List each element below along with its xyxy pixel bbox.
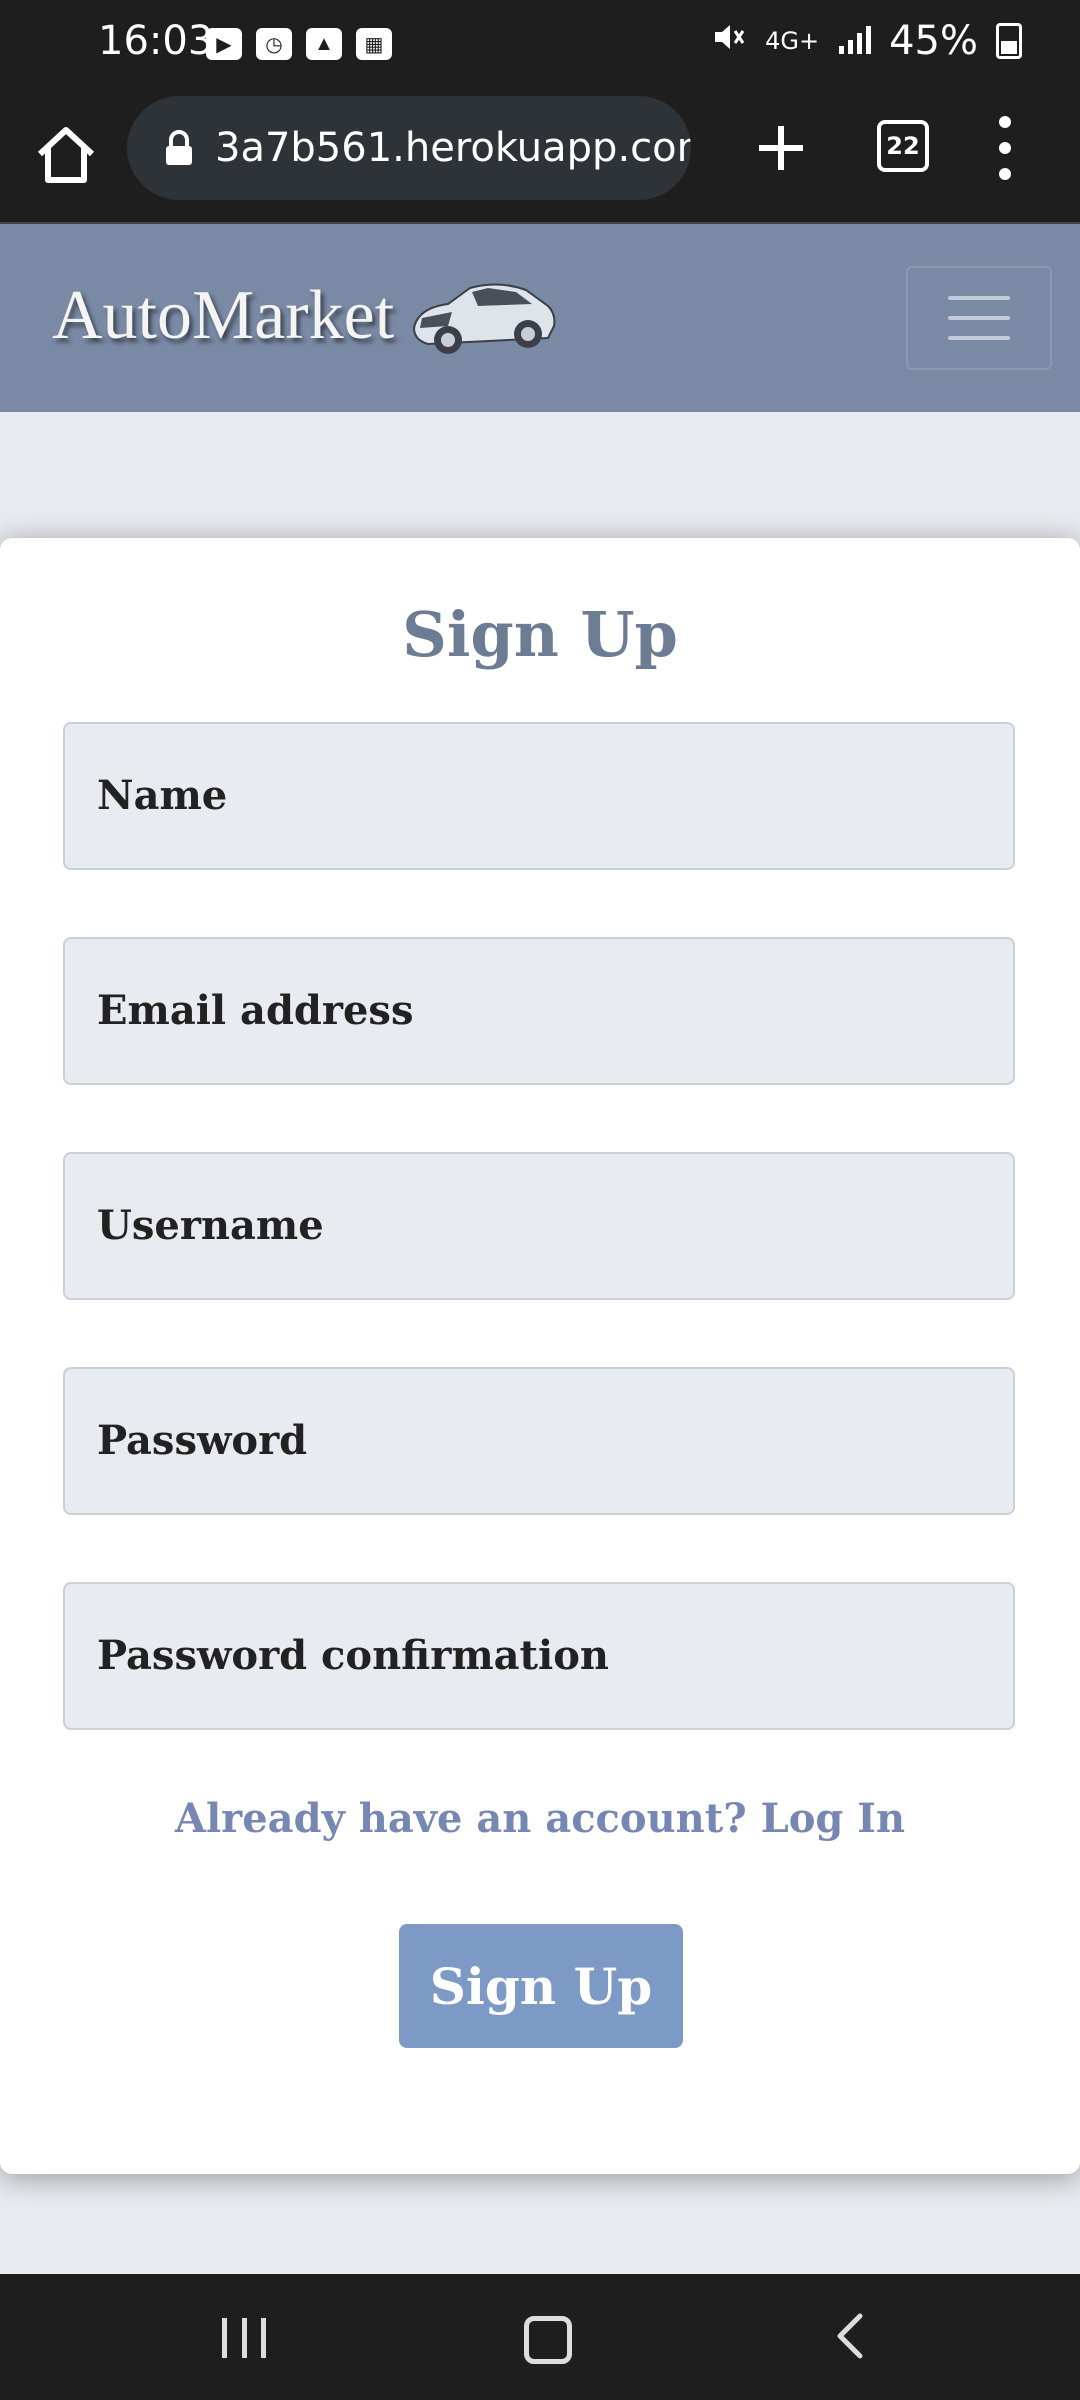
hamburger-line xyxy=(948,296,1010,300)
car-icon xyxy=(413,283,556,354)
system-navigation-bar xyxy=(0,2274,1080,2400)
email-input[interactable] xyxy=(65,988,1013,1034)
dot xyxy=(999,142,1011,154)
lock-icon xyxy=(166,130,192,165)
signal-icon xyxy=(837,18,872,64)
name-input[interactable] xyxy=(65,773,1013,819)
status-right: 4G+ 45% xyxy=(711,18,1022,64)
recents-icon-bar xyxy=(241,2318,247,2358)
navbar-toggle-button[interactable] xyxy=(906,266,1052,370)
plus-icon xyxy=(759,126,803,170)
network-type: 4G+ xyxy=(765,27,820,55)
username-field xyxy=(63,1152,1015,1300)
calendar-icon: ▦ xyxy=(356,28,392,60)
recents-button[interactable] xyxy=(222,2318,266,2358)
password-confirmation-input[interactable] xyxy=(65,1633,1013,1679)
login-link[interactable]: Already have an account? Log In xyxy=(0,1795,1080,1842)
recents-icon-bar xyxy=(222,2318,227,2358)
system-home-button[interactable] xyxy=(524,2316,572,2364)
gallery-icon: ▲ xyxy=(306,28,342,60)
signup-card: Sign Up Already have an account? Log In … xyxy=(0,538,1080,2174)
hamburger-line xyxy=(948,336,1010,340)
dot xyxy=(999,116,1011,128)
status-time: 16:03 xyxy=(98,18,214,64)
recents-icon-bar xyxy=(261,2318,266,2358)
brand-logo[interactable]: AutoMarket xyxy=(52,268,558,364)
hamburger-line xyxy=(948,316,1010,320)
password-input[interactable] xyxy=(65,1418,1013,1464)
address-bar[interactable]: 3a7b561.herokuapp.com xyxy=(127,96,691,200)
new-tab-button[interactable] xyxy=(745,112,817,184)
browser-toolbar: 3a7b561.herokuapp.com 22 xyxy=(0,96,1080,224)
tab-switcher-button[interactable]: 22 xyxy=(877,120,929,172)
battery-icon xyxy=(996,23,1022,59)
home-icon xyxy=(37,127,95,183)
status-bar: 16:03 ▶ ◷ ▲ ▦ 4G+ 45% xyxy=(0,0,1080,96)
home-button[interactable] xyxy=(30,120,102,192)
password-confirmation-field xyxy=(63,1582,1015,1730)
url-text: 3a7b561.herokuapp.com xyxy=(215,125,691,171)
mute-icon xyxy=(711,18,747,64)
email-field xyxy=(63,937,1015,1085)
battery-percent: 45% xyxy=(889,18,978,64)
page-title: Sign Up xyxy=(402,598,678,671)
browser-menu-button[interactable] xyxy=(990,116,1020,180)
name-field xyxy=(63,722,1015,870)
back-button[interactable] xyxy=(826,2310,878,2362)
signup-button[interactable]: Sign Up xyxy=(399,1924,683,2048)
username-input[interactable] xyxy=(65,1203,1013,1249)
dot xyxy=(999,168,1011,180)
brand-name: AutoMarket xyxy=(52,277,395,354)
clock-icon: ◷ xyxy=(256,28,292,60)
password-field xyxy=(63,1367,1015,1515)
notification-icons: ▶ ◷ ▲ ▦ xyxy=(206,28,392,60)
site-navbar: AutoMarket xyxy=(0,224,1080,412)
youtube-icon: ▶ xyxy=(206,28,242,60)
